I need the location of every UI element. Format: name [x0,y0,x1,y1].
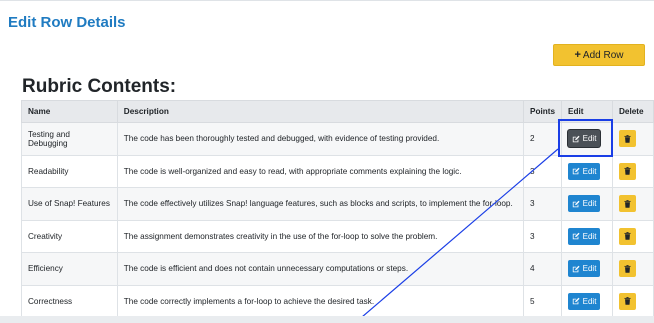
row-edit-cell: Edit [561,154,613,188]
page-bottom-strip [0,316,654,323]
trash-icon [624,167,631,176]
header-points: Points [522,100,563,123]
table-row: Correctness The code correctly implements… [21,284,654,318]
table-row: Use of Snap! Features The code effectivel… [21,187,654,221]
row-name: Readability [21,154,118,188]
table-row: Testing and Debugging The code has been t… [21,122,654,156]
add-row-label: Add Row [582,49,624,61]
row-edit-cell: Edit [561,187,613,221]
row-points: 4 [522,252,563,286]
trash-icon [624,199,631,208]
row-name: Creativity [21,219,118,253]
table-row: Readability The code is well-organized an… [21,154,654,188]
row-delete-cell [612,284,654,318]
table-row: Creativity The assignment demonstrates cr… [21,219,654,253]
edit-button[interactable]: Edit [568,227,601,245]
edit-button[interactable]: Edit [568,292,601,310]
row-name: Testing and Debugging [21,122,118,156]
row-points: 3 [522,187,563,221]
trash-icon [624,134,631,143]
card-title: Edit Row Details [8,14,126,31]
header-description: Description [116,100,525,123]
header-edit: Edit [561,100,613,123]
edit-icon [572,167,580,175]
edit-button[interactable]: Edit [568,195,601,213]
row-edit-cell: Edit [561,122,613,156]
edit-label: Edit [582,199,597,209]
row-description: The code is well-organized and easy to r… [116,154,525,188]
delete-button[interactable] [619,162,636,180]
plus-icon: + [574,49,581,61]
edit-button[interactable]: Edit [568,260,601,278]
row-delete-cell [612,122,654,156]
row-delete-cell [612,252,654,286]
row-delete-cell [612,219,654,253]
row-description: The code has been thoroughly tested and … [116,122,525,156]
trash-icon [624,297,631,306]
row-edit-cell: Edit [561,284,613,318]
edit-icon [572,135,580,143]
edit-label: Edit [582,134,597,144]
rubric-table: Name Description Points Edit Delete Test… [21,100,654,318]
edit-icon [572,200,580,208]
row-description: The code is efficient and does not conta… [116,252,525,286]
row-name: Efficiency [21,252,118,286]
rubric-contents-heading: Rubric Contents: [22,76,177,97]
add-row-button[interactable]: + Add Row [553,44,645,66]
row-delete-cell [612,187,654,221]
row-name: Use of Snap! Features [21,187,118,221]
edit-label: Edit [582,296,597,306]
delete-button[interactable] [619,260,636,278]
edit-row-card: Edit Row Details + Add Row Rubric Conten… [0,0,654,318]
table-row: Efficiency The code is efficient and does… [21,252,654,286]
row-points: 2 [522,122,563,156]
header-delete: Delete [612,100,654,123]
row-description: The code correctly implements a for-loop… [116,284,525,318]
edit-label: Edit [582,264,597,274]
edit-label: Edit [582,231,597,241]
trash-icon [624,264,631,273]
page: Edit Row Details + Add Row Rubric Conten… [0,0,654,323]
delete-button[interactable] [619,195,636,213]
delete-button[interactable] [619,292,636,310]
trash-icon [624,232,631,241]
edit-button[interactable]: Edit [568,162,601,180]
delete-button[interactable] [619,227,636,245]
row-edit-cell: Edit [561,252,613,286]
delete-button[interactable] [619,130,636,148]
table-body: Testing and Debugging The code has been t… [21,122,654,318]
row-description: The code effectively utilizes Snap! lang… [116,187,525,221]
edit-icon [572,297,580,305]
header-name: Name [21,100,118,123]
edit-label: Edit [582,166,597,176]
row-edit-cell: Edit [561,219,613,253]
row-points: 3 [522,219,563,253]
row-name: Correctness [21,284,118,318]
row-description: The assignment demonstrates creativity i… [116,219,525,253]
row-points: 3 [522,154,563,188]
row-delete-cell [612,154,654,188]
edit-button[interactable]: Edit [568,130,601,148]
row-points: 5 [522,284,563,318]
edit-icon [572,232,580,240]
edit-icon [572,265,580,273]
table-header-row: Name Description Points Edit Delete [21,100,654,123]
